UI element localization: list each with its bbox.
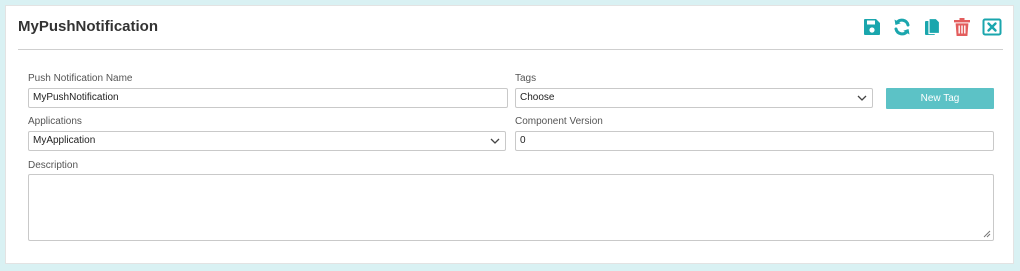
- delete-icon: [954, 18, 970, 36]
- description-label: Description: [28, 160, 79, 171]
- tags-select[interactable]: Choose: [515, 88, 873, 108]
- copy-icon: [925, 17, 941, 35]
- copy-button[interactable]: [921, 16, 943, 38]
- refresh-icon: [894, 18, 910, 36]
- close-icon: [982, 18, 1002, 36]
- close-button[interactable]: [981, 16, 1003, 38]
- name-label: Push Notification Name: [28, 73, 133, 84]
- save-button[interactable]: [861, 16, 883, 38]
- component-version-input[interactable]: 0: [515, 131, 994, 151]
- resize-handle-icon[interactable]: [983, 230, 991, 238]
- toolbar: [861, 16, 1003, 38]
- name-input[interactable]: MyPushNotification: [28, 88, 508, 108]
- push-notification-panel: MyPushNotification Push Notification Nam…: [5, 5, 1014, 264]
- applications-selected-value: MyApplication: [33, 135, 96, 146]
- refresh-button[interactable]: [891, 16, 913, 38]
- component-version-label: Component Version: [515, 116, 603, 127]
- chevron-down-icon: [857, 95, 867, 101]
- new-tag-button[interactable]: New Tag: [886, 88, 994, 109]
- applications-label: Applications: [28, 116, 82, 127]
- page-title: MyPushNotification: [18, 18, 159, 35]
- header-divider: [18, 49, 1003, 50]
- chevron-down-icon: [490, 138, 500, 144]
- applications-select[interactable]: MyApplication: [28, 131, 506, 151]
- description-textarea[interactable]: [28, 174, 994, 241]
- tags-selected-value: Choose: [520, 92, 555, 103]
- tags-label: Tags: [515, 73, 537, 84]
- delete-button[interactable]: [951, 16, 973, 38]
- save-icon: [864, 19, 880, 35]
